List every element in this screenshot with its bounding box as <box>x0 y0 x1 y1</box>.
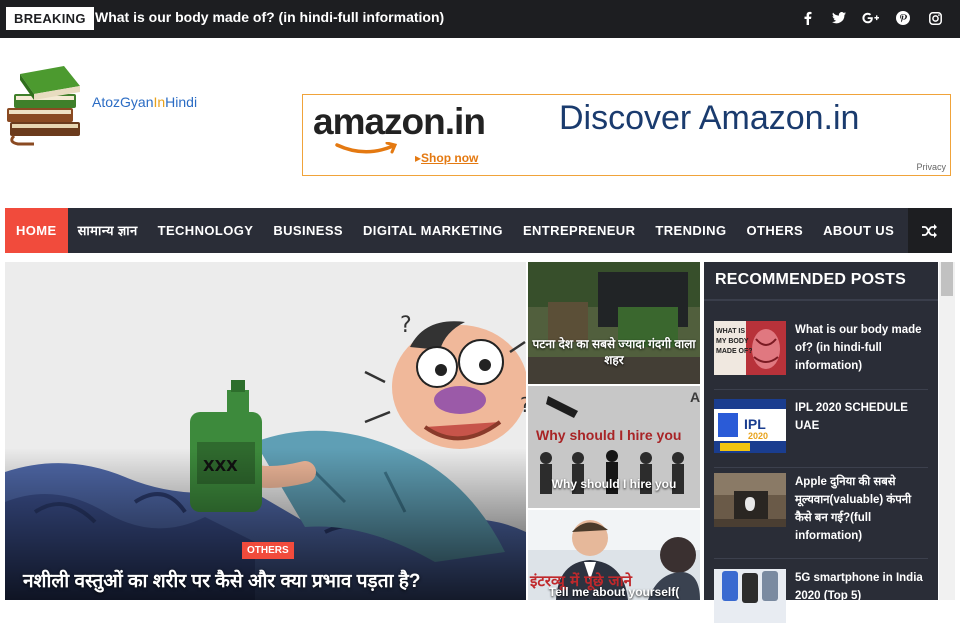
breaking-label: BREAKING <box>6 7 94 30</box>
nav-item-entrepreneur[interactable]: ENTREPRENEUR <box>513 208 645 253</box>
recommended-post[interactable]: IPL 2020 IPL 2020 SCHEDULE UAE <box>714 399 928 468</box>
breaking-news-bar: BREAKING What is our body made of? (in h… <box>0 0 960 38</box>
post-title[interactable]: Why should I hire you <box>528 476 700 492</box>
post-thumbnail <box>714 473 786 527</box>
svg-text:MY BODY: MY BODY <box>716 338 749 345</box>
nav-item-others[interactable]: OTHERS <box>736 208 813 253</box>
nav-item-trending[interactable]: TRENDING <box>645 208 736 253</box>
post-card[interactable]: पटना देश का सबसे ज्यादा गंदगी वाला शहर <box>528 262 700 384</box>
pinterest-icon[interactable] <box>894 9 912 27</box>
social-links <box>798 9 944 27</box>
recommended-post[interactable]: WHAT IS MY BODY MADE OF? What is our bod… <box>714 321 928 390</box>
nav-item-digital-marketing[interactable]: DIGITAL MARKETING <box>353 208 513 253</box>
recommended-post[interactable]: Apple दुनिया की सबसे मूल्यवान(valuable) … <box>714 473 928 559</box>
random-post-button[interactable] <box>908 208 952 253</box>
amazon-smile-icon <box>335 142 398 154</box>
recommended-posts-widget: RECOMMENDED POSTS WHAT IS MY BODY MADE O… <box>704 262 938 623</box>
recommended-post-title[interactable]: Apple दुनिया की सबसे मूल्यवान(valuable) … <box>795 473 928 545</box>
nav-item-business[interactable]: BUSINESS <box>263 208 353 253</box>
recommended-post-title[interactable]: What is our body made of? (in hindi-full… <box>795 321 928 375</box>
instagram-icon[interactable] <box>926 9 944 27</box>
amazon-ad-banner[interactable]: amazon.in ▸Shop now Discover Amazon.in P… <box>302 94 951 176</box>
featured-post-title[interactable]: नशीली वस्तुओं का शरीर पर कैसे और क्या प्… <box>23 567 420 593</box>
category-badge[interactable]: OTHERS <box>242 542 294 559</box>
breaking-headline-link[interactable]: What is our body made of? (in hindi-full… <box>95 9 444 25</box>
facebook-icon[interactable] <box>798 9 816 27</box>
post-title[interactable]: Tell me about yourself( <box>528 584 700 600</box>
shuffle-icon <box>922 223 937 238</box>
svg-text:IPL: IPL <box>744 416 766 432</box>
post-thumbnail <box>714 569 786 623</box>
post-card[interactable]: Why should I hire you A Why should I hir… <box>528 386 700 508</box>
post-thumbnail: WHAT IS MY BODY MADE OF? <box>714 321 786 375</box>
scrollbar-thumb[interactable] <box>941 262 953 296</box>
ad-headline: Discover Amazon.in <box>559 99 860 137</box>
nav-item-technology[interactable]: TECHNOLOGY <box>148 208 264 253</box>
post-card[interactable]: इंटरव्यू में पूछे जाने Tell me about you… <box>528 510 700 600</box>
twitter-icon[interactable] <box>830 9 848 27</box>
ad-brand: amazon.in <box>313 101 486 142</box>
ad-shop-now-link[interactable]: ▸Shop now <box>415 151 478 165</box>
site-logo[interactable]: AtozGyanInHindi <box>4 66 224 146</box>
widget-title: RECOMMENDED POSTS <box>715 271 906 288</box>
divider <box>704 299 938 301</box>
ad-privacy-link[interactable]: Privacy <box>916 162 946 172</box>
svg-text:WHAT IS: WHAT IS <box>716 328 745 335</box>
recommended-post[interactable]: 5G smartphone in India 2020 (Top 5) <box>714 569 928 623</box>
nav-item-general-knowledge[interactable]: सामान्य ज्ञान <box>68 208 148 253</box>
svg-text:MADE OF?: MADE OF? <box>716 348 753 355</box>
books-logo-icon <box>7 66 80 146</box>
nav-item-about-us[interactable]: ABOUT US <box>813 208 904 253</box>
post-thumbnail: IPL 2020 <box>714 399 786 453</box>
featured-post[interactable]: ? ? XXX OTHERS नशीली वस्तुओं का शरीर पर … <box>5 262 526 600</box>
sidebar-scrollbar[interactable] <box>939 262 955 600</box>
logo-text: AtozGyanInHindi <box>92 94 198 110</box>
nav-item-home[interactable]: HOME <box>5 208 68 253</box>
post-title[interactable]: पटना देश का सबसे ज्यादा गंदगी वाला शहर <box>528 336 700 368</box>
google-plus-icon[interactable] <box>862 9 880 27</box>
svg-text:2020: 2020 <box>748 431 768 441</box>
main-navigation: HOME सामान्य ज्ञान TECHNOLOGY BUSINESS D… <box>5 208 952 253</box>
recommended-post-title[interactable]: IPL 2020 SCHEDULE UAE <box>795 399 928 435</box>
